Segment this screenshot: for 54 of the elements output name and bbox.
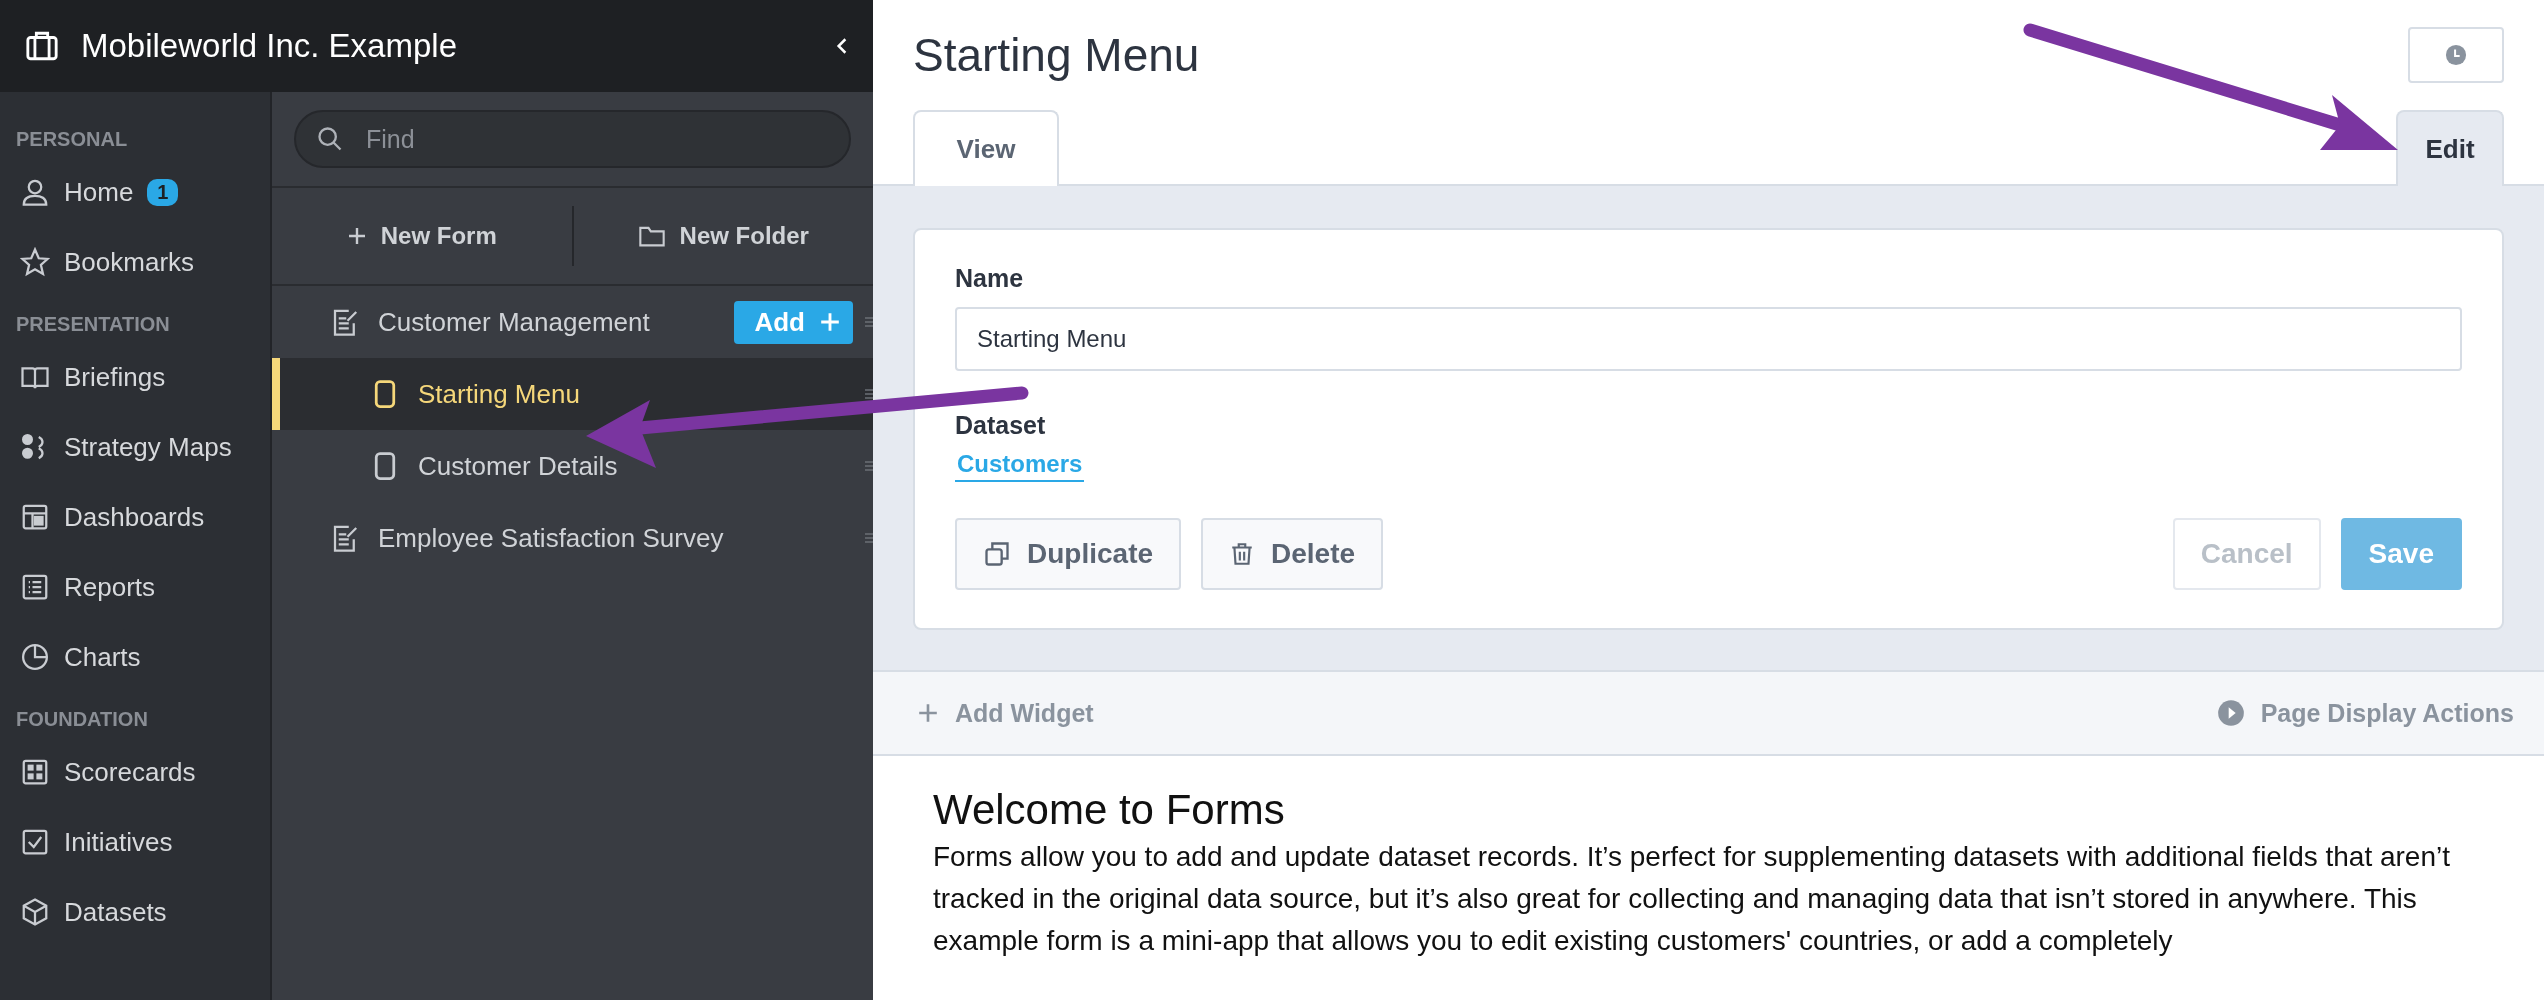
collapse-icon[interactable]	[836, 37, 848, 55]
tree-item[interactable]: Customer Details	[272, 430, 873, 502]
nav-item[interactable]: Bookmarks	[64, 246, 195, 278]
scorecard-icon[interactable]	[20, 757, 50, 787]
content-heading: Welcome to Forms	[933, 786, 1286, 834]
dashboard-icon[interactable]	[20, 502, 50, 532]
star-icon[interactable]	[20, 247, 50, 277]
play-icon	[2216, 699, 2245, 727]
new-folder-button[interactable]: New Folder	[573, 221, 873, 251]
plus-icon	[819, 311, 841, 333]
delete-button[interactable]: Delete	[1201, 518, 1384, 590]
field-label: Name	[955, 264, 1025, 293]
duplicate-button[interactable]: Duplicate	[955, 518, 1182, 590]
checkbox-icon[interactable]	[20, 827, 50, 857]
tab[interactable]: Edit	[2396, 110, 2504, 186]
field-label: Dataset	[955, 411, 1047, 440]
nav-item[interactable]: Datasets	[64, 896, 167, 928]
nav-item[interactable]: Reports	[64, 571, 156, 603]
nav-item[interactable]: Home	[64, 176, 134, 208]
list-icon[interactable]	[20, 572, 50, 602]
drag-handle-icon[interactable]	[865, 386, 873, 402]
content-paragraph: Forms allow you to add and update dataset records. It’s perfect for supplementing datasets with additional fields that aren’t tracked in the original data source, but it’s also great for collecting and managing data that isn’t stored in anywhere. This example form is a mini-app that allows you to edit existing customers' countries, or add a completely	[933, 840, 2452, 958]
user-icon[interactable]	[20, 177, 50, 207]
page-title: Starting Menu	[913, 28, 1200, 82]
clock-icon	[2445, 44, 2467, 66]
briefcase-icon	[25, 29, 59, 63]
workspace-title: Mobileworld Inc. Example	[81, 27, 458, 65]
drag-handle-icon[interactable]	[865, 530, 873, 546]
nav-item[interactable]: Strategy Maps	[64, 431, 232, 463]
plus-icon	[346, 226, 367, 246]
plus-icon	[917, 702, 939, 724]
nav-item[interactable]: Dashboards	[64, 501, 205, 533]
count-badge: 1	[147, 178, 179, 206]
nav-item[interactable]: Charts	[64, 641, 141, 673]
copy-icon	[983, 540, 1011, 568]
history-button[interactable]	[2408, 27, 2504, 83]
pie-chart-icon[interactable]	[20, 642, 50, 672]
tree-item[interactable]: Starting Menu	[272, 358, 873, 430]
name-field[interactable]: Starting Menu	[955, 307, 2462, 371]
tree-item[interactable]: Customer Management Add	[272, 286, 873, 358]
nav-item[interactable]: Initiatives	[64, 826, 173, 858]
section-heading: FOUNDATION	[15, 707, 149, 732]
nav-item[interactable]: Briefings	[64, 361, 166, 393]
tree-item[interactable]: Employee Satisfaction Survey	[272, 502, 873, 574]
drag-handle-icon[interactable]	[865, 314, 873, 330]
tab[interactable]: View	[913, 110, 1059, 186]
cube-icon[interactable]	[20, 897, 50, 927]
search-field[interactable]: Find	[294, 110, 851, 168]
drag-handle-icon[interactable]	[865, 458, 873, 474]
section-heading: PERSONAL	[15, 127, 129, 152]
new-form-button[interactable]: New Form	[272, 221, 572, 251]
search-icon	[316, 125, 344, 153]
nav-item[interactable]: Scorecards	[64, 756, 196, 788]
section-heading: PRESENTATION	[15, 312, 171, 337]
